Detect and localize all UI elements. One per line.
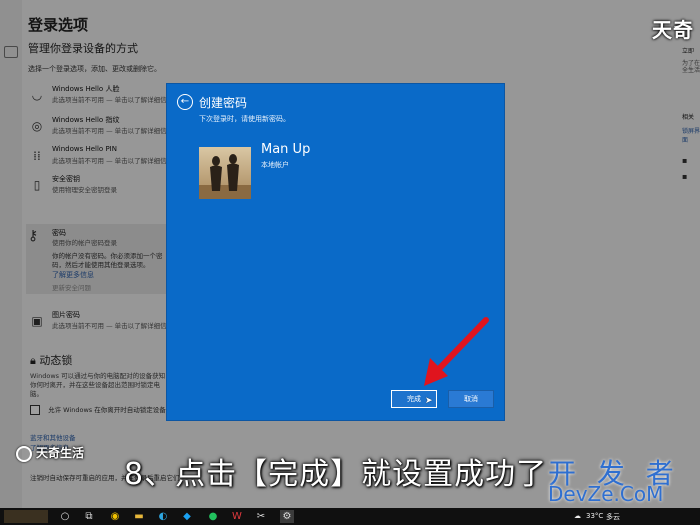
watermark-line-2: DevZe.CoM: [548, 482, 664, 506]
capcut-icon[interactable]: ✂: [254, 510, 268, 523]
brand-logo: 天奇: [652, 18, 694, 42]
back-arrow-icon[interactable]: ←: [177, 94, 193, 110]
taskbar: ○ ⧉ ◉ ▬ ◐ ◆ ● W ✂ ⚙ ☁ 33°C 多云: [0, 508, 700, 525]
account-type: 本地帐户: [261, 161, 289, 169]
taskbar-thumbnail[interactable]: [4, 510, 48, 523]
app-icon[interactable]: ◆: [180, 510, 194, 523]
instruction-caption: 8、点击【完成】就设置成功了: [124, 457, 548, 492]
search-icon[interactable]: ○: [58, 510, 72, 523]
edge-icon[interactable]: ◐: [156, 510, 170, 523]
weather-icon[interactable]: ☁: [574, 512, 581, 520]
brand-watermark: 天奇生活: [16, 444, 84, 462]
brand-name: 天奇生活: [36, 446, 85, 460]
brand-mark-icon: [16, 445, 32, 462]
dialog-subtitle: 下次登录时，请使用新密码。: [199, 115, 290, 123]
folder-icon[interactable]: ▬: [132, 510, 146, 523]
avatar: [199, 147, 251, 199]
logo-layer: 天奇: [652, 0, 700, 508]
temperature: 33°C: [586, 512, 604, 520]
settings-window: 登录选项 管理你登录设备的方式 选择一个登录选项，添加、更改或删除它。 ◡ Wi…: [0, 0, 700, 508]
chrome-icon[interactable]: ◉: [108, 510, 122, 523]
task-view-icon[interactable]: ⧉: [82, 510, 96, 523]
red-pointer-arrow-icon: [424, 317, 489, 386]
mouse-cursor-icon: ➤: [425, 396, 433, 406]
wechat-icon[interactable]: ●: [206, 510, 220, 523]
weather-text: 多云: [606, 513, 620, 521]
settings-gear-icon[interactable]: ⚙: [280, 510, 294, 523]
wps-icon[interactable]: W: [230, 510, 244, 523]
cancel-button[interactable]: 取消: [448, 390, 494, 408]
user-name: Man Up: [261, 142, 311, 157]
dialog-title: 创建密码: [199, 96, 248, 110]
